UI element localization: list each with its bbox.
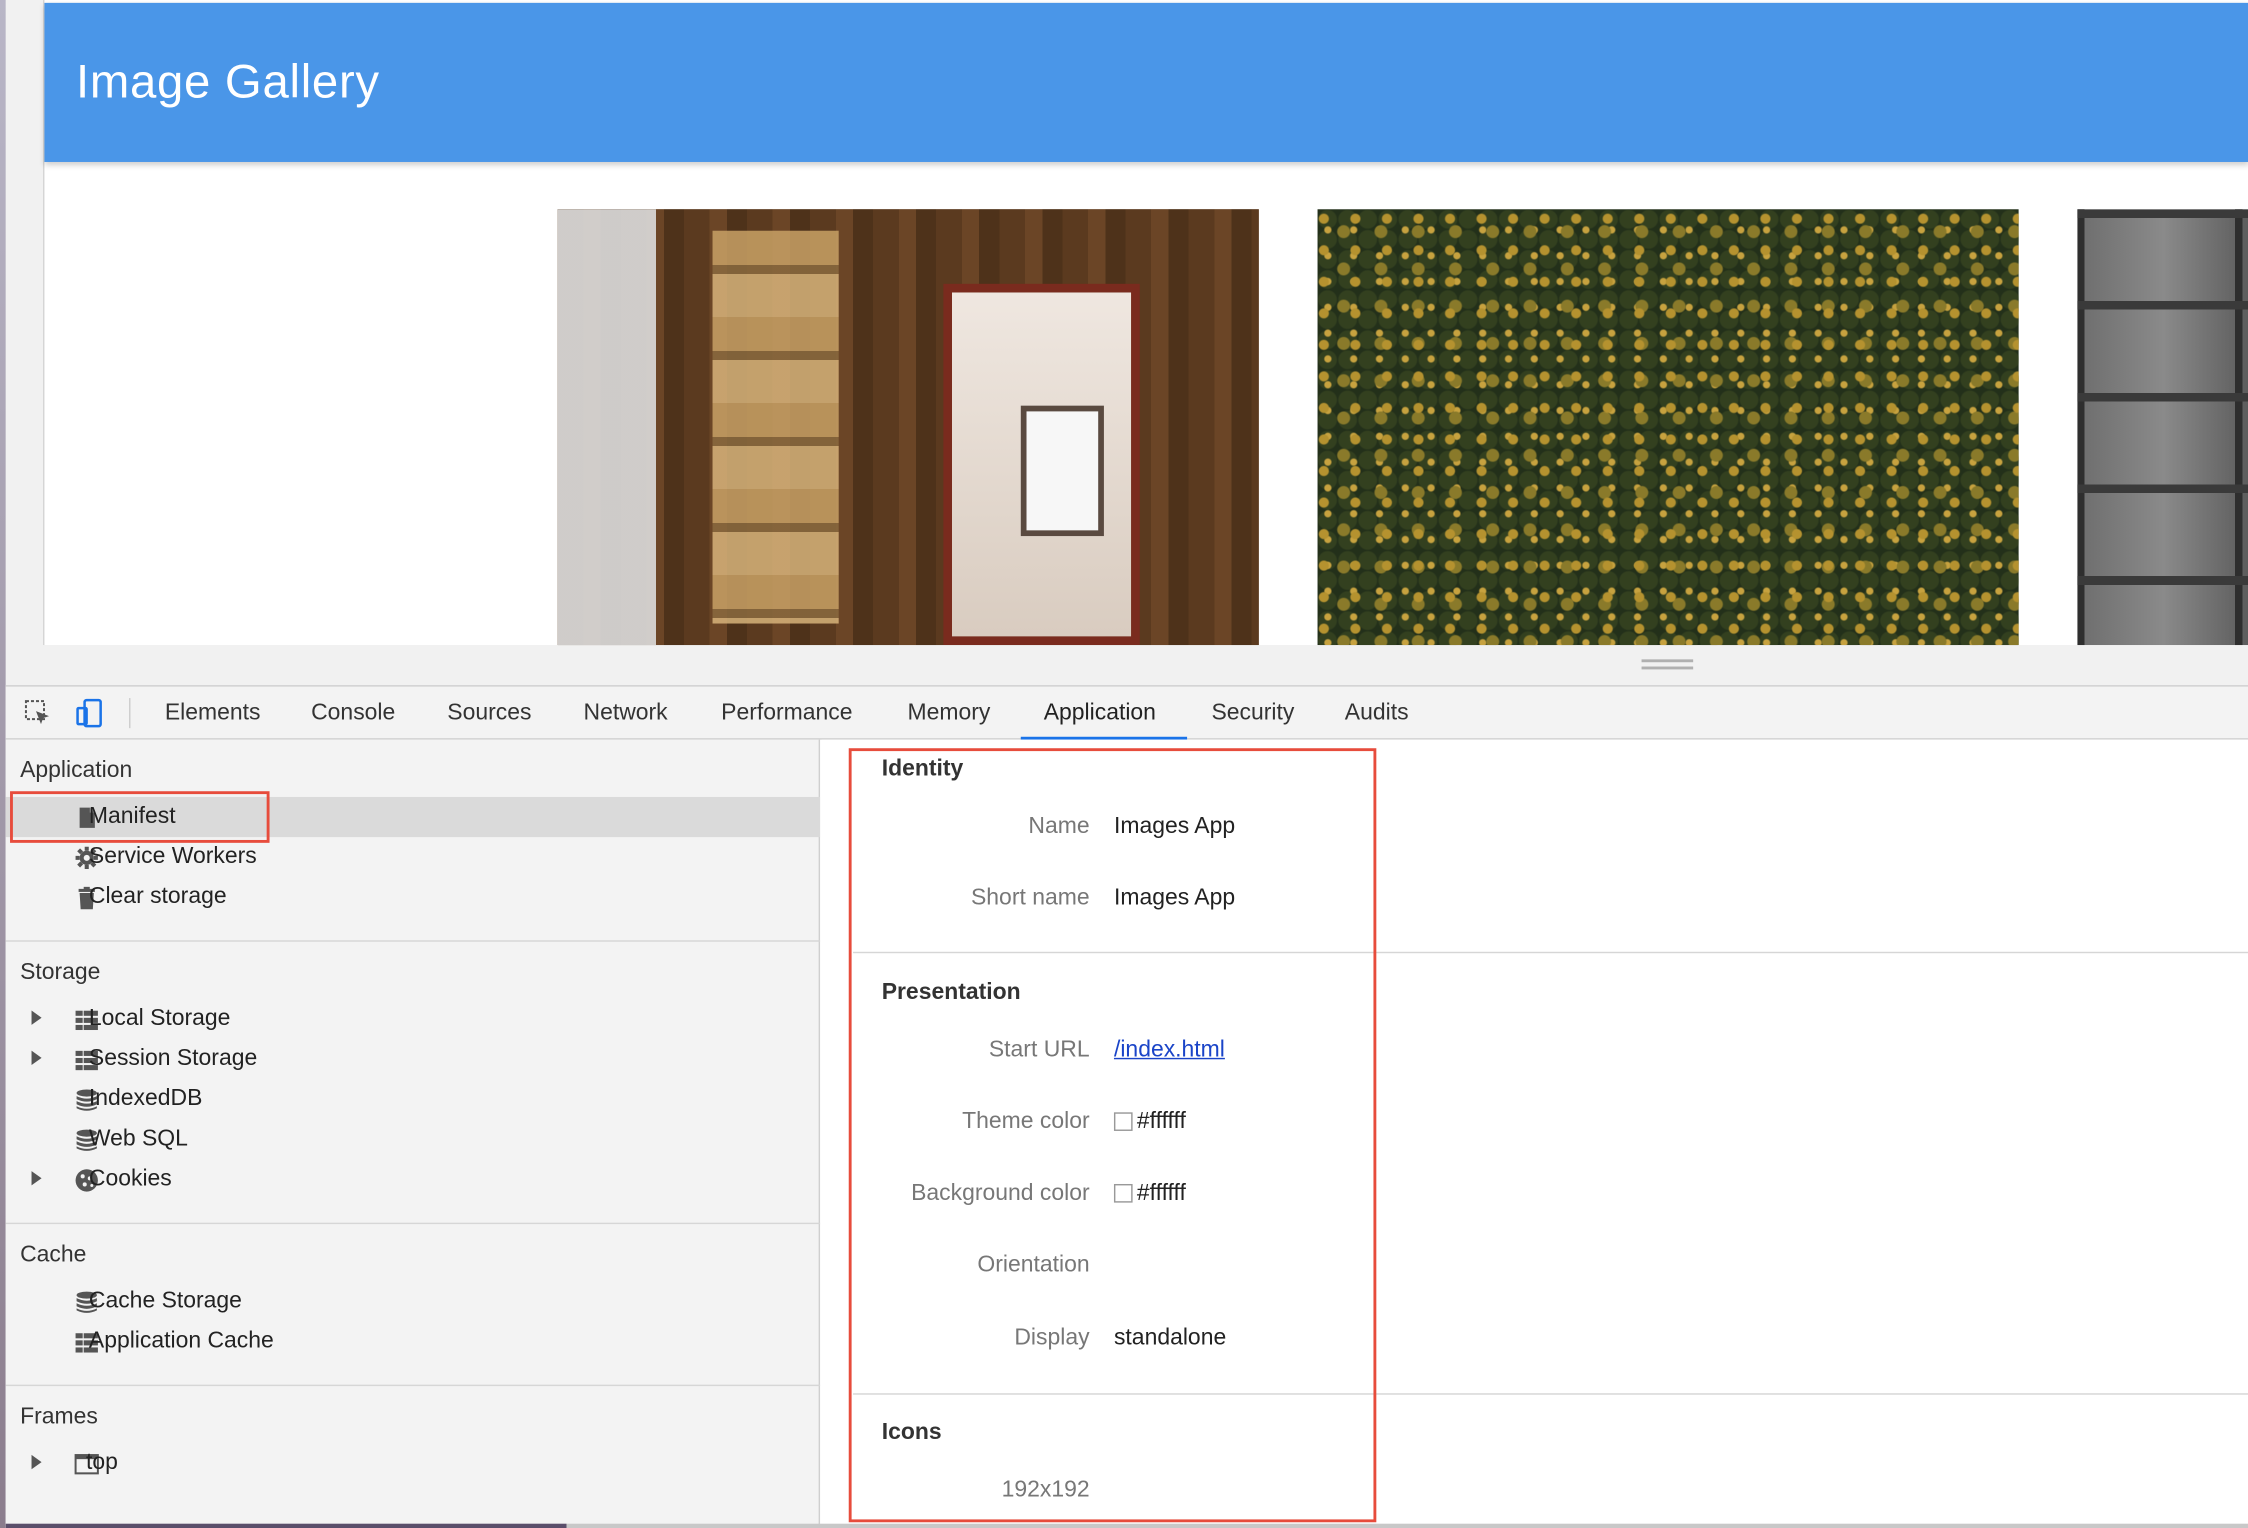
sidebar-item-indexeddb[interactable]: IndexedDB bbox=[6, 1079, 820, 1119]
site-page: Image Gallery bbox=[43, 0, 2248, 646]
sidebar-item-application-cache[interactable]: Application Cache bbox=[6, 1322, 820, 1362]
tab-console[interactable]: Console bbox=[311, 687, 395, 741]
section-application-title: Application bbox=[20, 758, 133, 783]
section-cache-title: Cache bbox=[20, 1242, 87, 1268]
tab-security[interactable]: Security bbox=[1211, 687, 1294, 741]
sidebar-item-label: Cookies bbox=[88, 1166, 172, 1192]
annotation-highlight-manifest-details bbox=[848, 748, 1377, 1523]
sidebar-item-label: Service Workers bbox=[88, 844, 257, 869]
manifest-panel: Identity Name Images App Short name Imag… bbox=[821, 739, 2248, 1528]
sidebar-item-local-storage[interactable]: Local Storage bbox=[6, 999, 820, 1039]
tab-memory[interactable]: Memory bbox=[908, 687, 991, 741]
devtools-toolbar: Elements Console Sources Network Perform… bbox=[5, 685, 2248, 741]
sidebar-item-web-sql[interactable]: Web SQL bbox=[6, 1119, 820, 1159]
sidebar-item-label: IndexedDB bbox=[88, 1086, 203, 1111]
sidebar-item-label: Session Storage bbox=[88, 1046, 258, 1071]
divider bbox=[5, 1384, 821, 1387]
tab-application[interactable]: Application bbox=[1044, 687, 1156, 741]
expand-arrow-icon[interactable] bbox=[31, 1171, 42, 1186]
sidebar-item-label: Local Storage bbox=[88, 1006, 231, 1031]
section-frames-title: Frames bbox=[20, 1404, 98, 1430]
site-title: Image Gallery bbox=[75, 54, 380, 108]
sidebar-item-label: Clear storage bbox=[88, 884, 227, 909]
application-sidebar: Application Manifest Service Workers Cle… bbox=[5, 739, 821, 1528]
tab-performance[interactable]: Performance bbox=[721, 687, 852, 741]
tab-elements[interactable]: Elements bbox=[165, 687, 261, 741]
site-header: Image Gallery bbox=[44, 2, 2248, 162]
sidebar-item-cookies[interactable]: Cookies bbox=[6, 1160, 820, 1200]
bookshelf-detail bbox=[711, 231, 839, 624]
devtools-resize-handle[interactable] bbox=[1641, 659, 1694, 670]
devtools-panel: Elements Console Sources Network Perform… bbox=[5, 685, 2248, 1528]
sidebar-item-session-storage[interactable]: Session Storage bbox=[6, 1039, 820, 1079]
sidebar-item-label: Cache Storage bbox=[88, 1288, 242, 1313]
sidebar-item-frame-top[interactable]: top bbox=[6, 1443, 820, 1483]
screenshot-root: Image Gallery Elements Console Sources N… bbox=[0, 0, 2248, 1528]
sidebar-item-clear-storage[interactable]: Clear storage bbox=[6, 877, 820, 917]
tab-network[interactable]: Network bbox=[584, 687, 668, 741]
sidebar-item-service-workers[interactable]: Service Workers bbox=[6, 837, 820, 877]
annotation-highlight-manifest bbox=[10, 791, 270, 843]
tab-sources[interactable]: Sources bbox=[447, 687, 531, 741]
tab-audits[interactable]: Audits bbox=[1345, 687, 1409, 741]
sidebar-item-label: Application Cache bbox=[88, 1328, 274, 1354]
window-detail bbox=[1020, 405, 1105, 537]
expand-arrow-icon[interactable] bbox=[31, 1454, 42, 1470]
toolbar-divider bbox=[129, 698, 131, 729]
browser-viewport: Image Gallery bbox=[5, 0, 2248, 686]
sidebar-item-cache-storage[interactable]: Cache Storage bbox=[6, 1281, 820, 1321]
inspect-element-icon[interactable] bbox=[23, 698, 53, 728]
library-photo[interactable] bbox=[557, 209, 1259, 646]
brick-wall-photo[interactable] bbox=[2077, 209, 2248, 646]
sidebar-item-label: top bbox=[86, 1450, 118, 1475]
window-bottom-edge bbox=[5, 1523, 2248, 1528]
device-toolbar-icon[interactable] bbox=[75, 698, 105, 728]
divider bbox=[5, 1222, 821, 1225]
sidebar-item-label: Web SQL bbox=[88, 1126, 188, 1152]
expand-arrow-icon[interactable] bbox=[31, 1010, 42, 1025]
forest-photo[interactable] bbox=[1317, 209, 2019, 646]
expand-arrow-icon[interactable] bbox=[31, 1050, 42, 1066]
section-storage-title: Storage bbox=[20, 960, 101, 985]
divider bbox=[5, 940, 821, 942]
